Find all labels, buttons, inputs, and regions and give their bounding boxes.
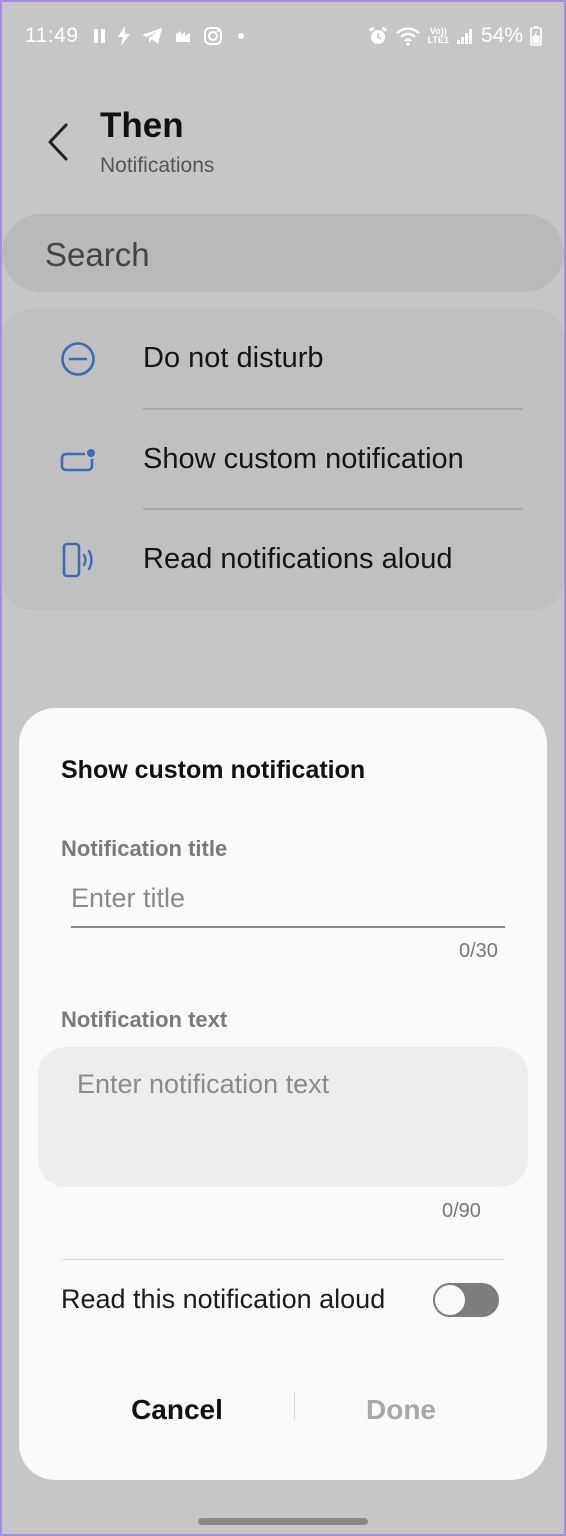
list-item-show-custom-notification[interactable]: Show custom notification [2,410,564,510]
notification-title-input[interactable] [71,876,505,928]
minus-circle-icon [58,339,98,379]
telegram-icon [141,27,163,45]
status-right: Vo)) LTE1 54% [368,24,542,48]
signal-icon [456,27,474,45]
cancel-button[interactable]: Cancel [85,1388,269,1432]
custom-notification-dialog: Show custom notification Notification ti… [19,708,547,1480]
button-separator [294,1392,295,1420]
battery-percent: 54% [480,24,523,47]
read-aloud-label: Read this notification aloud [61,1284,386,1314]
list-item-label: Show custom notification [143,443,464,475]
read-aloud-toggle[interactable] [433,1283,499,1317]
alarm-icon [368,26,388,46]
status-left: 11:49 [25,24,249,48]
done-button[interactable]: Done [309,1388,493,1432]
search-label: Search [45,236,150,273]
list-item-do-not-disturb[interactable]: Do not disturb [2,309,564,409]
toggle-knob [433,1283,467,1317]
back-button[interactable] [36,116,80,168]
action-list: Do not disturb Show custom notification … [2,309,564,610]
notification-title-label: Notification title [61,836,228,861]
dialog-title: Show custom notification [61,756,366,784]
battery-icon [530,26,542,46]
status-time: 11:49 [25,24,79,47]
bolt-icon [117,26,131,46]
page-subtitle: Notifications [100,154,215,177]
title-counter: 0/30 [459,940,498,962]
notification-text-label: Notification text [61,1007,228,1032]
instagram-icon [203,26,223,46]
pause-icon [93,28,107,44]
page-title: Then [100,106,184,145]
cloud-icon [173,28,193,44]
search-bar[interactable]: Search [2,214,564,292]
status-bar: 11:49 Vo)) LTE1 54% [0,0,566,72]
notification-text-input[interactable] [38,1047,528,1187]
navigation-handle[interactable] [198,1518,368,1525]
volte-label: Vo)) LTE1 [428,27,449,45]
dialog-divider [61,1259,505,1260]
dot-icon [233,28,249,44]
list-item-read-notifications-aloud[interactable]: Read notifications aloud [2,510,564,610]
volte-bottom-text: LTE1 [427,35,449,45]
list-item-label: Read notifications aloud [143,543,453,575]
phone-speaker-icon [58,540,98,580]
notification-card-icon [58,440,98,480]
list-item-label: Do not disturb [143,342,324,374]
text-counter: 0/90 [442,1200,481,1222]
wifi-icon [395,26,421,46]
chevron-left-icon [48,123,68,161]
